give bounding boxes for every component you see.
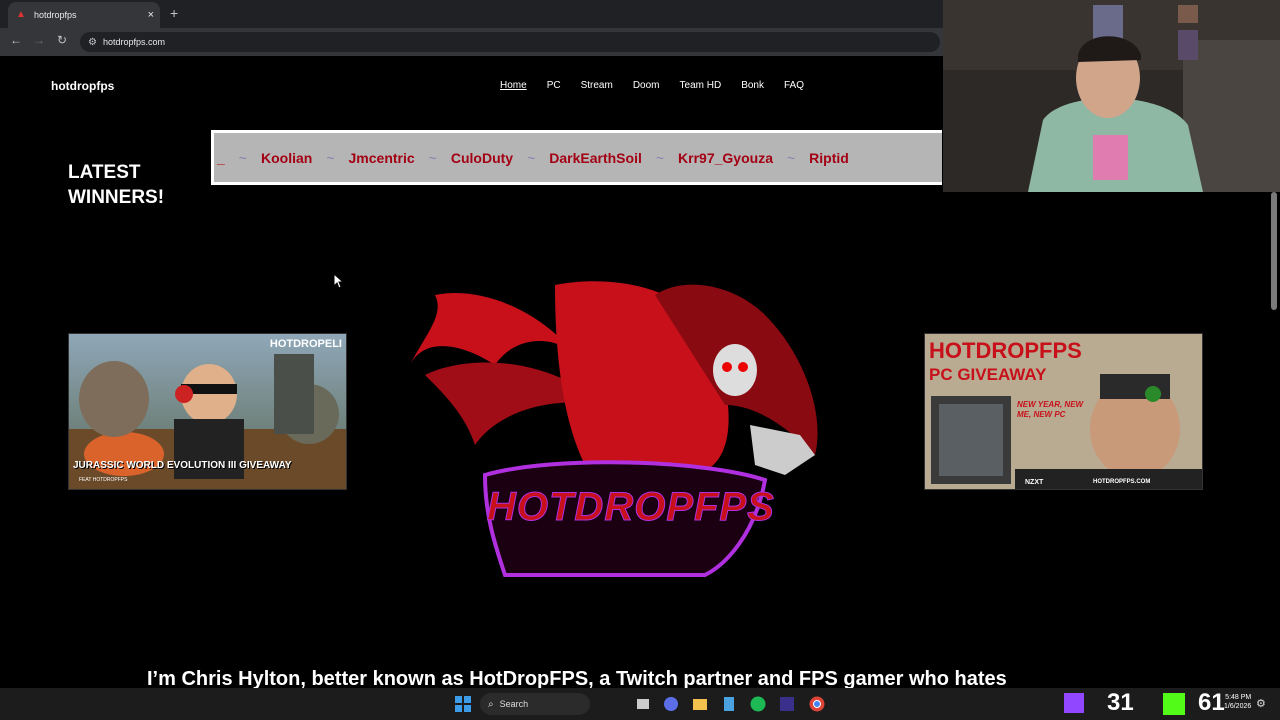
browser-tab[interactable]: ▲ hotdropfps × [8, 2, 160, 28]
hud-fx-icon[interactable] [779, 696, 795, 712]
latest-winners-heading: LATEST WINNERS! [68, 162, 165, 208]
webcam-overlay [943, 0, 1280, 192]
giveaway-subhead: PC GIVEAWAY [929, 365, 1047, 384]
nav-stream[interactable]: Stream [581, 80, 613, 91]
address-bar[interactable]: ⚙ hotdropfps.com [80, 32, 940, 52]
ticker-separator: ~ [428, 149, 437, 166]
nav-faq[interactable]: FAQ [784, 80, 804, 91]
site-nav: Home PC Stream Doom Team HD Bonk FAQ [500, 80, 804, 91]
nav-pc[interactable]: PC [547, 80, 561, 91]
taskbar-search[interactable]: ⌕ Search [480, 693, 590, 715]
nav-home[interactable]: Home [500, 80, 527, 91]
winner-name: Koolian [260, 149, 313, 166]
notepad-icon[interactable] [721, 696, 737, 712]
page-scrollbar[interactable] [1271, 192, 1277, 310]
forward-icon[interactable]: → [33, 33, 45, 47]
winner-name: Riptid [809, 149, 849, 166]
ticker-separator: ~ [527, 149, 536, 166]
clock-date: 1/6/2026 [1224, 703, 1252, 710]
windows-start-icon[interactable] [455, 696, 471, 712]
ticker-separator: ~ [786, 149, 796, 166]
ticker-lead: _ [217, 149, 225, 166]
nav-bonk[interactable]: Bonk [741, 80, 764, 91]
copilot-icon[interactable] [663, 696, 679, 712]
giveaway-site: HOTDROPFPS.COM [1093, 479, 1151, 485]
tab-close-icon[interactable]: × [148, 9, 154, 21]
clock-time: 5:48 PM [1225, 694, 1252, 701]
task-view-icon[interactable] [635, 696, 651, 712]
winner-name: Jmcentric [348, 149, 415, 166]
kick-icon[interactable] [1163, 693, 1185, 715]
file-explorer-icon[interactable] [692, 696, 708, 712]
reload-icon[interactable]: ↻ [57, 33, 67, 47]
ticker-separator: ~ [655, 149, 665, 166]
taskbar-clock[interactable]: 5:48 PM 1/6/2026 [1224, 693, 1251, 711]
pc-giveaway-image[interactable]: HOTDROPFPS PC GIVEAWAY NEW YEAR, NEW ME,… [924, 333, 1203, 490]
promo-corner-text: HOTDROPELI [269, 338, 342, 350]
giveaway-brand: NZXT [1025, 479, 1044, 486]
back-icon[interactable]: ← [10, 33, 22, 47]
nav-team-hd[interactable]: Team HD [680, 80, 722, 91]
ticker-separator: ~ [326, 149, 335, 166]
url-text[interactable]: hotdropfps.com [103, 37, 165, 47]
giveaway-tagline: NEW YEAR, NEW ME, NEW PC [1017, 400, 1084, 419]
ticker-separator: ~ [238, 149, 247, 166]
chrome-icon[interactable] [809, 696, 825, 712]
tab-title: hotdropfps [34, 10, 77, 20]
site-logo[interactable]: hotdropfps [51, 79, 114, 93]
promo-caption: JURASSIC WORLD EVOLUTION III GIVEAWAY [73, 460, 292, 471]
winner-name: CuloDuty [450, 149, 514, 166]
winner-name: Krr97_Gyouza [678, 149, 773, 166]
winners-ticker: _ ~ Koolian ~ Jmcentric ~ CuloDuty ~ Dar… [211, 130, 942, 185]
giveaway-headline: HOTDROPFPS [929, 338, 1082, 363]
search-icon: ⌕ [488, 698, 494, 710]
nav-doom[interactable]: Doom [633, 80, 660, 91]
site-favicon-icon: ▲ [16, 9, 26, 20]
new-tab-icon[interactable]: + [170, 5, 178, 21]
mascot-wordmark: HOTDROPFPS [487, 485, 775, 530]
hotdropfps-mascot-logo: HOTDROPFPS [405, 275, 835, 580]
spotify-icon[interactable] [750, 696, 766, 712]
site-info-icon[interactable]: ⚙ [88, 37, 97, 48]
jurassic-giveaway-image[interactable]: HOTDROPELI JURASSIC WORLD EVOLUTION III … [68, 333, 347, 490]
taskbar-search-label: Search [499, 699, 529, 709]
mouse-cursor-icon [333, 273, 345, 289]
tray-counter: 31 [1107, 689, 1134, 716]
twitch-icon[interactable] [1062, 691, 1086, 715]
notification-icon[interactable]: ⚙ [1256, 697, 1266, 710]
tray-counter: 61 [1198, 689, 1225, 716]
promo-footer: FEAT HOTDROPFPS [79, 477, 128, 483]
winner-name: DarkEarthSoil [549, 149, 642, 166]
